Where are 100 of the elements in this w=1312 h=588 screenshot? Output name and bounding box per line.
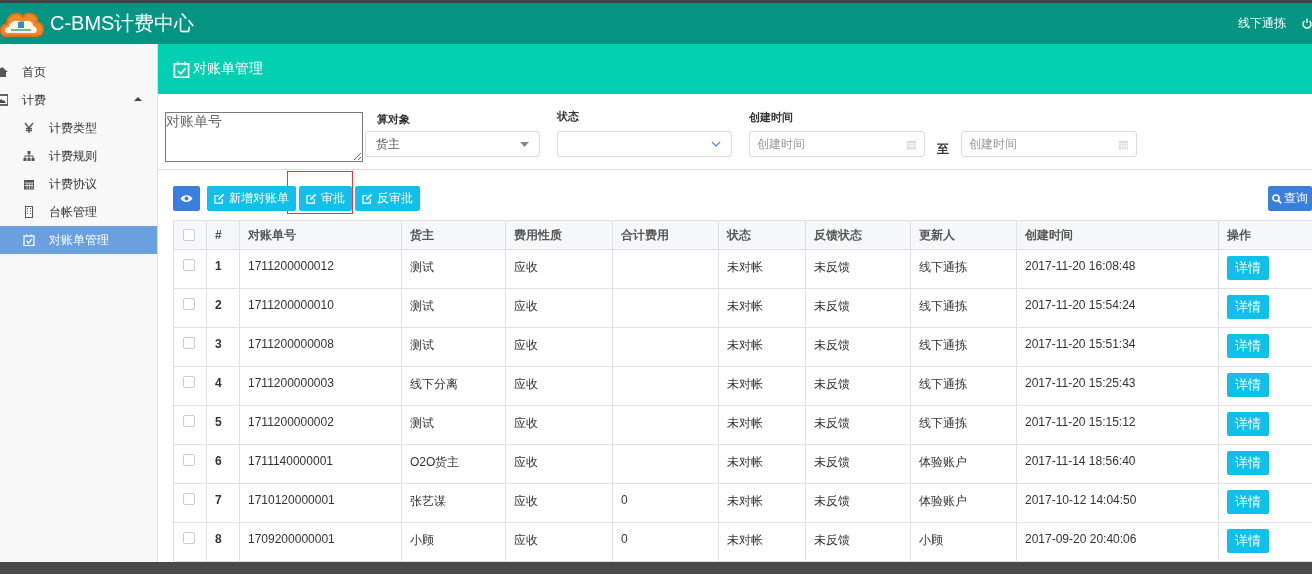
table-cell: 2017-11-20 15:51:34 — [1016, 327, 1219, 367]
table-cell: 4 — [206, 366, 240, 406]
table-cell: 测试 — [401, 288, 506, 328]
checkbox[interactable] — [183, 532, 195, 544]
nav-item[interactable]: 首页 — [0, 58, 157, 86]
table-cell: 未对帐 — [718, 483, 806, 523]
calendar-check-icon — [173, 60, 190, 78]
user-name[interactable]: 线下通拣 — [1238, 15, 1286, 32]
table-cell: 1711200000003 — [239, 366, 402, 406]
table-cell: 未对帐 — [718, 249, 806, 289]
column-header: 合计费用 — [612, 220, 719, 250]
search-icon — [1272, 193, 1282, 204]
bill-number-field[interactable]: 对账单号 — [165, 112, 363, 162]
table-cell: 1711200000002 — [239, 405, 402, 445]
details-button[interactable]: 详情 — [1227, 490, 1269, 514]
table-cell: 应收 — [505, 249, 613, 289]
table-cell: 未反馈 — [805, 327, 911, 367]
table-cell: 8 — [206, 522, 240, 562]
menu-icon — [23, 206, 35, 218]
checkbox[interactable] — [183, 454, 195, 466]
nav-item[interactable]: 计费协议 — [0, 170, 157, 198]
table-cell: 应收 — [505, 522, 613, 562]
edit-button[interactable]: 审批 — [299, 186, 352, 211]
checkbox[interactable] — [183, 229, 195, 241]
target-select[interactable]: 货主 — [365, 131, 540, 157]
table-cell: 2017-11-20 15:54:24 — [1016, 288, 1219, 328]
table-cell: 未对帐 — [718, 366, 806, 406]
column-header: 更新人 — [910, 220, 1017, 250]
table-cell: 1709200000001 — [239, 522, 402, 562]
checkbox[interactable] — [183, 259, 195, 271]
details-button[interactable]: 详情 — [1227, 295, 1269, 319]
menu-icon — [23, 122, 35, 134]
table-cell: 0 — [612, 522, 719, 562]
column-header: 对账单号 — [239, 220, 402, 250]
edit-button[interactable]: 反审批 — [355, 186, 420, 211]
nav-item[interactable]: 对账单管理 — [0, 226, 157, 254]
search-button[interactable]: 查询 — [1268, 186, 1312, 211]
checkbox[interactable] — [183, 493, 195, 505]
table-cell: 应收 — [505, 405, 613, 445]
table-cell: 5 — [206, 405, 240, 445]
table-cell: 1 — [206, 249, 240, 289]
details-button[interactable]: 详情 — [1227, 334, 1269, 358]
calendar-icon — [906, 138, 917, 150]
field-label: 算对象 — [376, 112, 410, 127]
table-cell: 未反馈 — [805, 444, 911, 484]
table-cell: 未反馈 — [805, 483, 911, 523]
status-select[interactable] — [557, 131, 732, 157]
edit-icon — [214, 193, 225, 204]
power-icon[interactable] — [1302, 18, 1312, 29]
table-cell: 2 — [206, 288, 240, 328]
field-label: 创建时间 — [749, 110, 794, 125]
table-cell: O2O货主 — [401, 444, 506, 484]
table-cell: 体验账户 — [910, 483, 1017, 523]
column-header: 费用性质 — [505, 220, 613, 250]
menu-icon — [23, 178, 35, 190]
table-cell: 未反馈 — [805, 366, 911, 406]
table-cell: 未反馈 — [805, 249, 911, 289]
table-cell: 应收 — [505, 288, 613, 328]
table-cell: 1711200000010 — [239, 288, 402, 328]
table-cell: 7 — [206, 483, 240, 523]
caret-icon — [520, 141, 529, 147]
table-cell: 0 — [612, 483, 719, 523]
checkbox[interactable] — [183, 298, 195, 310]
nav-item[interactable]: 计费 — [0, 86, 157, 114]
menu-icon — [23, 234, 35, 246]
date-field[interactable]: 创建时间 — [749, 131, 925, 157]
table-cell: 应收 — [505, 366, 613, 406]
table-cell: 小顾 — [401, 522, 506, 562]
table-cell: 测试 — [401, 249, 506, 289]
menu-icon — [23, 150, 35, 162]
checkbox[interactable] — [183, 376, 195, 388]
table-cell: 线下通拣 — [910, 249, 1017, 289]
checkbox[interactable] — [183, 337, 195, 349]
nav-item[interactable]: 计费类型 — [0, 114, 157, 142]
column-header: 反馈状态 — [805, 220, 911, 250]
table-cell: 张艺谋 — [401, 483, 506, 523]
details-button[interactable]: 详情 — [1227, 412, 1269, 436]
edit-button[interactable]: 新增对账单 — [207, 186, 296, 211]
details-button[interactable]: 详情 — [1227, 451, 1269, 475]
date-field[interactable]: 创建时间 — [961, 131, 1137, 157]
table-cell: 线下通拣 — [910, 366, 1017, 406]
details-button[interactable]: 详情 — [1227, 256, 1269, 280]
field-label: 状态 — [557, 109, 580, 124]
checkbox[interactable] — [183, 415, 195, 427]
table-cell: 1710120000001 — [239, 483, 402, 523]
table-cell: 应收 — [505, 483, 613, 523]
details-button[interactable]: 详情 — [1227, 373, 1269, 397]
nav-item[interactable]: 计费规则 — [0, 142, 157, 170]
nav-item[interactable]: 台帐管理 — [0, 198, 157, 226]
column-header: 操作 — [1218, 220, 1312, 250]
table-cell: 未反馈 — [805, 288, 911, 328]
table-cell: 未反馈 — [805, 405, 911, 445]
table-cell: 线下分离 — [401, 366, 506, 406]
table-cell: 6 — [206, 444, 240, 484]
view-button[interactable] — [173, 186, 200, 211]
table-cell: 1711140000001 — [239, 444, 402, 484]
table-cell: 2017-11-14 18:56:40 — [1016, 444, 1219, 484]
table-cell: 应收 — [505, 327, 613, 367]
details-button[interactable]: 详情 — [1227, 529, 1269, 553]
table-cell: 应收 — [505, 444, 613, 484]
